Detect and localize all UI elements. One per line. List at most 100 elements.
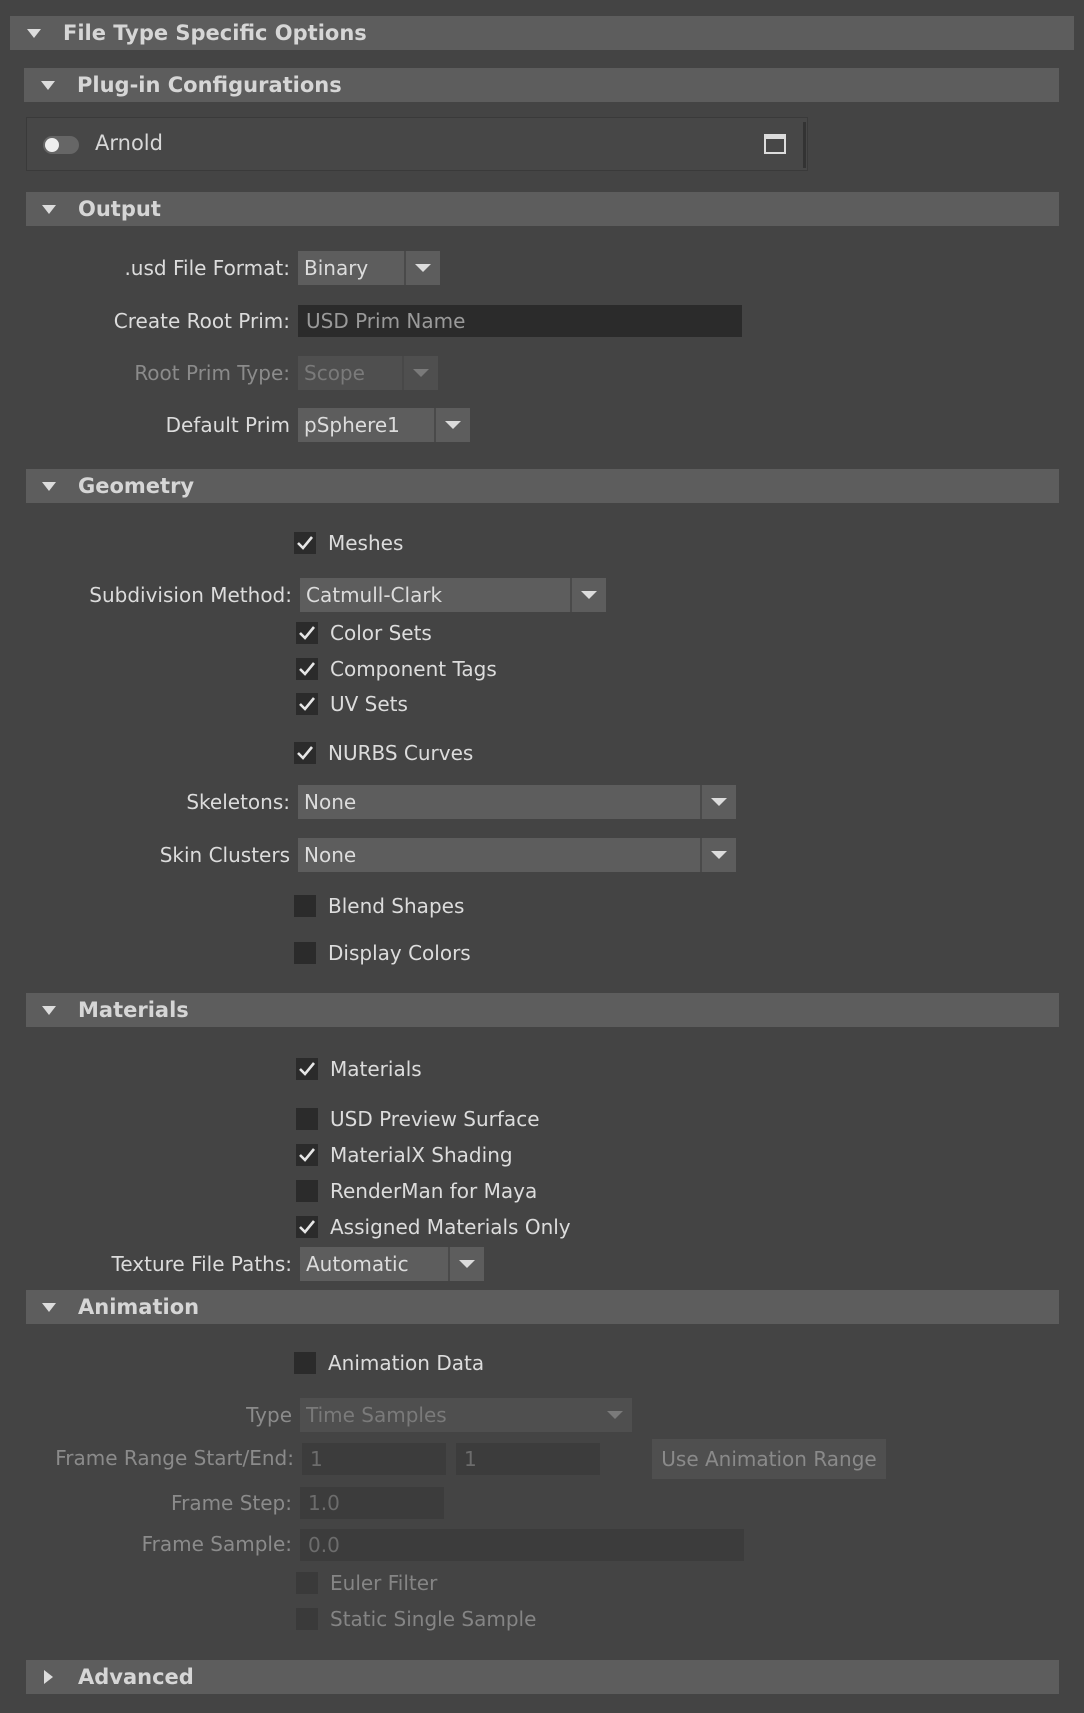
section-advanced[interactable]: Advanced bbox=[26, 1660, 1059, 1694]
materials-checkbox-row[interactable]: Materials bbox=[296, 1054, 422, 1084]
subdivision-dropdown[interactable]: Catmull-Clark bbox=[300, 578, 606, 612]
expand-arrow-icon bbox=[44, 1670, 53, 1684]
section-output[interactable]: Output bbox=[26, 192, 1059, 226]
color-sets-checkbox-row[interactable]: Color Sets bbox=[296, 618, 432, 648]
nurbs-curves-checkbox-row[interactable]: NURBS Curves bbox=[294, 738, 473, 768]
euler-filter-checkbox bbox=[296, 1572, 318, 1594]
usd-preview-surface-label: USD Preview Surface bbox=[330, 1107, 540, 1131]
collapse-arrow-icon bbox=[41, 80, 55, 90]
frame-sample-label: Frame Sample: bbox=[141, 1532, 292, 1556]
dropdown-value: Binary bbox=[304, 256, 369, 280]
section-materials[interactable]: Materials bbox=[26, 993, 1059, 1027]
section-title: Advanced bbox=[78, 1665, 194, 1689]
collapse-arrow-icon bbox=[42, 1302, 56, 1312]
skeletons-dropdown[interactable]: None bbox=[298, 785, 736, 819]
check-icon bbox=[299, 662, 316, 676]
root-prim-label: Create Root Prim: bbox=[113, 309, 290, 333]
meshes-checkbox[interactable] bbox=[294, 532, 316, 554]
meshes-label: Meshes bbox=[328, 531, 404, 555]
root-prim-type-dropdown: Scope bbox=[298, 356, 438, 390]
materialx-shading-checkbox-row[interactable]: MaterialX Shading bbox=[296, 1140, 513, 1170]
skin-clusters-label: Skin Clusters bbox=[159, 843, 290, 867]
dropdown-arrow-icon bbox=[402, 356, 438, 390]
frame-step-label: Frame Step: bbox=[171, 1491, 292, 1515]
section-title: Geometry bbox=[78, 474, 195, 498]
materialx-shading-label: MaterialX Shading bbox=[330, 1143, 513, 1167]
collapse-arrow-icon bbox=[27, 28, 41, 38]
subdivision-label: Subdivision Method: bbox=[89, 583, 292, 607]
animation-data-checkbox-row[interactable]: Animation Data bbox=[294, 1348, 484, 1378]
section-plugin-configurations[interactable]: Plug-in Configurations bbox=[24, 68, 1059, 102]
blend-shapes-checkbox-row[interactable]: Blend Shapes bbox=[294, 891, 464, 921]
toggle-knob bbox=[45, 138, 59, 152]
uv-sets-checkbox-row[interactable]: UV Sets bbox=[296, 689, 408, 719]
check-icon bbox=[299, 626, 316, 640]
assigned-materials-only-checkbox-row[interactable]: Assigned Materials Only bbox=[296, 1212, 571, 1242]
assigned-materials-only-checkbox[interactable] bbox=[296, 1216, 318, 1238]
window-icon[interactable] bbox=[764, 134, 786, 154]
root-prim-type-label: Root Prim Type: bbox=[134, 361, 290, 385]
dropdown-value: pSphere1 bbox=[304, 413, 400, 437]
arnold-toggle[interactable] bbox=[43, 136, 79, 154]
frame-sample-input: 0.0 bbox=[300, 1529, 744, 1561]
check-icon bbox=[297, 536, 314, 550]
frame-start-input: 1 bbox=[302, 1443, 446, 1475]
check-icon bbox=[297, 746, 314, 760]
texture-paths-label: Texture File Paths: bbox=[111, 1252, 293, 1276]
dropdown-value: None bbox=[304, 843, 357, 867]
animation-data-checkbox[interactable] bbox=[294, 1352, 316, 1374]
renderman-checkbox[interactable] bbox=[296, 1180, 318, 1202]
usd-format-dropdown[interactable]: Binary bbox=[298, 251, 440, 285]
renderman-label: RenderMan for Maya bbox=[330, 1179, 538, 1203]
skin-clusters-dropdown[interactable]: None bbox=[298, 838, 736, 872]
blend-shapes-checkbox[interactable] bbox=[294, 895, 316, 917]
dropdown-arrow-icon bbox=[448, 1247, 484, 1281]
section-file-type-specific-options[interactable]: File Type Specific Options bbox=[10, 16, 1074, 50]
collapse-arrow-icon bbox=[42, 481, 56, 491]
dropdown-value: None bbox=[304, 790, 357, 814]
static-single-sample-label: Static Single Sample bbox=[330, 1607, 537, 1631]
meshes-checkbox-row[interactable]: Meshes bbox=[294, 528, 403, 558]
frame-step-input: 1.0 bbox=[300, 1487, 444, 1519]
component-tags-checkbox[interactable] bbox=[296, 658, 318, 680]
dropdown-value: Automatic bbox=[306, 1252, 409, 1276]
uv-sets-label: UV Sets bbox=[330, 692, 408, 716]
animation-type-dropdown: Time Samples bbox=[300, 1398, 632, 1432]
color-sets-label: Color Sets bbox=[330, 621, 432, 645]
dropdown-value: Time Samples bbox=[306, 1403, 447, 1427]
default-prim-dropdown[interactable]: pSphere1 bbox=[298, 408, 470, 442]
section-animation[interactable]: Animation bbox=[26, 1290, 1059, 1324]
display-colors-checkbox-row[interactable]: Display Colors bbox=[294, 938, 471, 968]
static-single-sample-checkbox-row: Static Single Sample bbox=[296, 1604, 536, 1634]
dropdown-value: Catmull-Clark bbox=[306, 583, 443, 607]
dropdown-value: Scope bbox=[304, 361, 365, 385]
uv-sets-checkbox[interactable] bbox=[296, 693, 318, 715]
dropdown-arrow-icon bbox=[598, 1398, 632, 1432]
check-icon bbox=[299, 697, 316, 711]
check-icon bbox=[299, 1220, 316, 1234]
nurbs-curves-checkbox[interactable] bbox=[294, 742, 316, 764]
color-sets-checkbox[interactable] bbox=[296, 622, 318, 644]
texture-paths-dropdown[interactable]: Automatic bbox=[300, 1247, 484, 1281]
root-prim-input[interactable] bbox=[298, 305, 742, 337]
dropdown-arrow-icon bbox=[570, 578, 606, 612]
check-icon bbox=[299, 1148, 316, 1162]
skeletons-label: Skeletons: bbox=[186, 790, 290, 814]
section-geometry[interactable]: Geometry bbox=[26, 469, 1059, 503]
euler-filter-label: Euler Filter bbox=[330, 1571, 438, 1595]
display-colors-label: Display Colors bbox=[328, 941, 471, 965]
usd-preview-surface-checkbox-row[interactable]: USD Preview Surface bbox=[296, 1104, 540, 1134]
materialx-shading-checkbox[interactable] bbox=[296, 1144, 318, 1166]
component-tags-checkbox-row[interactable]: Component Tags bbox=[296, 654, 497, 684]
frame-range-label: Frame Range Start/End: bbox=[55, 1446, 294, 1470]
default-prim-label: Default Prim bbox=[165, 413, 290, 437]
usd-preview-surface-checkbox[interactable] bbox=[296, 1108, 318, 1130]
display-colors-checkbox[interactable] bbox=[294, 942, 316, 964]
section-title: File Type Specific Options bbox=[63, 21, 367, 45]
renderman-checkbox-row[interactable]: RenderMan for Maya bbox=[296, 1176, 537, 1206]
materials-checkbox[interactable] bbox=[296, 1058, 318, 1080]
dropdown-arrow-icon bbox=[434, 408, 470, 442]
usd-format-label: .usd File Format: bbox=[124, 256, 290, 280]
row-divider bbox=[803, 122, 806, 168]
nurbs-curves-label: NURBS Curves bbox=[328, 741, 474, 765]
